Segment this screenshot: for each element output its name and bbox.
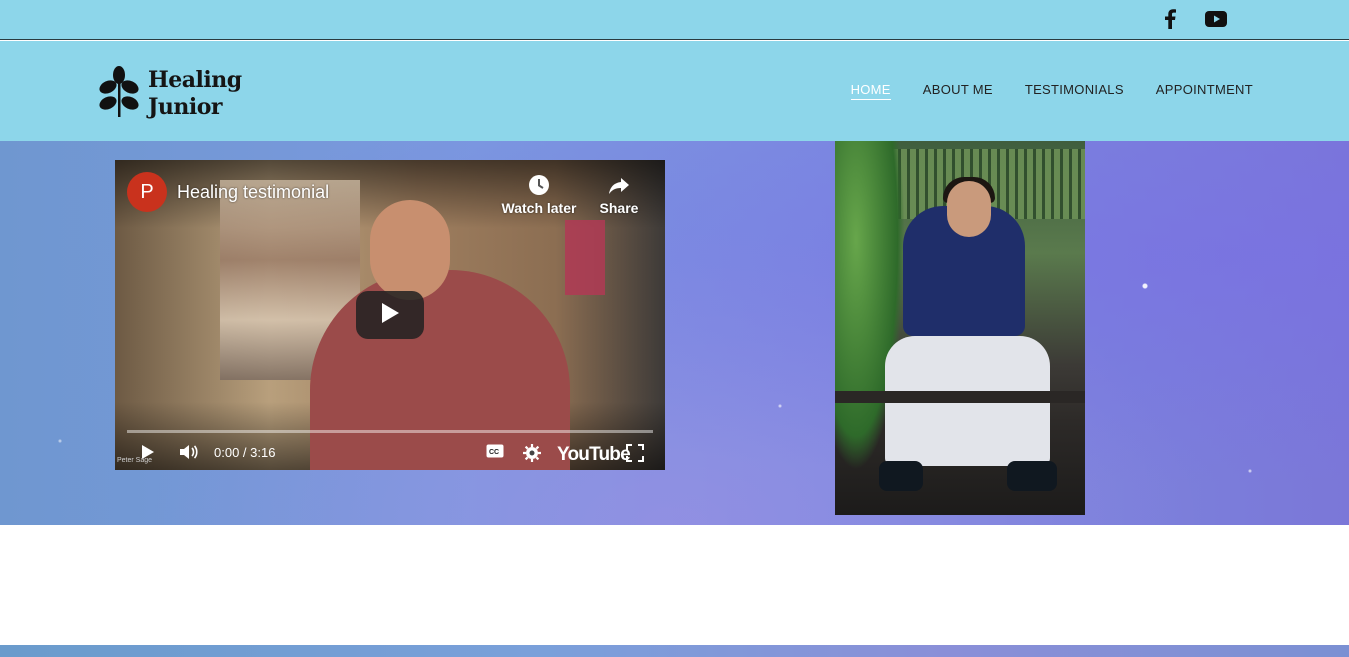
photo-shoe-right — [1007, 461, 1057, 491]
hero-section: P Healing testimonial Watch later Share — [0, 141, 1349, 525]
video-embed[interactable]: P Healing testimonial Watch later Share — [115, 160, 665, 470]
brand-logo[interactable]: Healing Junior — [98, 65, 242, 122]
fullscreen-icon[interactable] — [626, 444, 644, 462]
photo-step — [835, 391, 1085, 403]
share-button[interactable]: Share — [579, 174, 659, 216]
watch-later-button[interactable]: Watch later — [499, 174, 579, 216]
video-credit: Peter Sage — [117, 457, 153, 464]
brand-line-1: Healing — [148, 66, 242, 93]
video-controls: 0:00 / 3:16 CC YouTube — [115, 440, 665, 470]
main-nav: HOME ABOUT ME TESTIMONIALS APPOINTMENT — [819, 82, 1253, 100]
video-frame-poster — [565, 220, 605, 295]
share-label: Share — [599, 200, 639, 216]
photo-shoe-left — [879, 461, 923, 491]
video-title[interactable]: Healing testimonial — [177, 182, 329, 203]
top-social-bar — [0, 0, 1349, 40]
site-header: Healing Junior HOME ABOUT ME TESTIMONIAL… — [0, 41, 1349, 141]
brand-name: Healing Junior — [148, 67, 242, 121]
channel-avatar[interactable]: P — [127, 172, 167, 212]
photo-face — [947, 181, 991, 237]
brand-line-2: Junior — [148, 93, 223, 120]
volume-icon[interactable] — [179, 444, 199, 460]
share-arrow-icon — [608, 174, 630, 196]
play-icon — [380, 302, 400, 329]
nav-home[interactable]: HOME — [850, 82, 891, 100]
settings-gear-icon[interactable] — [523, 444, 541, 462]
watch-later-label: Watch later — [501, 200, 577, 216]
youtube-wordmark[interactable]: YouTube — [557, 444, 631, 466]
nav-testimonials[interactable]: TESTIMONIALS — [1025, 82, 1124, 100]
nav-about-me[interactable]: ABOUT ME — [923, 82, 993, 100]
youtube-icon[interactable] — [1204, 8, 1228, 30]
play-button-large[interactable] — [356, 291, 424, 339]
leaf-plant-icon — [98, 65, 140, 122]
facebook-icon[interactable] — [1158, 8, 1182, 30]
video-time: 0:00 / 3:16 — [214, 445, 276, 460]
clock-icon — [528, 174, 550, 196]
captions-icon[interactable]: CC — [486, 444, 504, 458]
portrait-photo — [835, 141, 1085, 515]
svg-text:CC: CC — [489, 449, 499, 456]
content-spacer — [0, 525, 1349, 645]
nav-appointment[interactable]: APPOINTMENT — [1156, 82, 1253, 100]
video-frame-head — [370, 200, 450, 300]
footer-background-strip — [0, 645, 1349, 657]
video-progress-bar[interactable] — [127, 430, 653, 433]
